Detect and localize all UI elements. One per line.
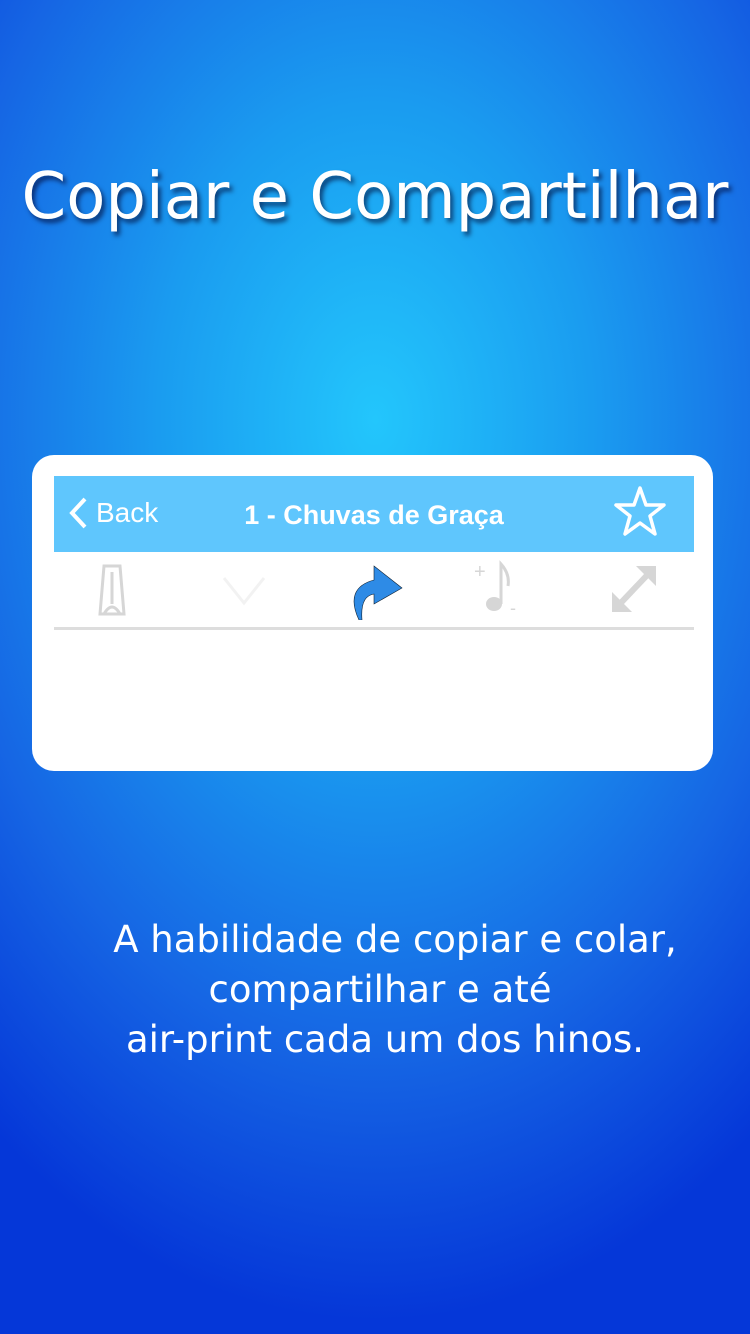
hymn-toolbar: + - xyxy=(54,552,694,630)
app-preview-card: Back 1 - Chuvas de Graça + - xyxy=(32,455,713,771)
share-icon[interactable] xyxy=(344,558,404,620)
pitch-icon[interactable] xyxy=(214,558,274,620)
description-line: compartilhar e até xyxy=(208,968,552,1011)
metronome-icon[interactable] xyxy=(82,558,142,620)
svg-text:-: - xyxy=(510,598,516,618)
transpose-note-icon[interactable]: +- xyxy=(470,558,530,620)
navigation-bar: Back 1 - Chuvas de Graça xyxy=(54,476,694,552)
star-outline-icon[interactable] xyxy=(612,484,668,540)
svg-text:+: + xyxy=(474,561,486,583)
expand-icon[interactable] xyxy=(604,558,664,620)
feature-description: A habilidade de copiar e colar, comparti… xyxy=(0,915,750,1065)
description-line: air-print cada um dos hinos. xyxy=(125,1018,645,1061)
page-headline: Copiar e Compartilhar xyxy=(21,160,729,234)
description-line: A habilidade de copiar e colar, xyxy=(113,918,677,961)
hymn-title: 1 - Chuvas de Graça xyxy=(244,500,504,530)
